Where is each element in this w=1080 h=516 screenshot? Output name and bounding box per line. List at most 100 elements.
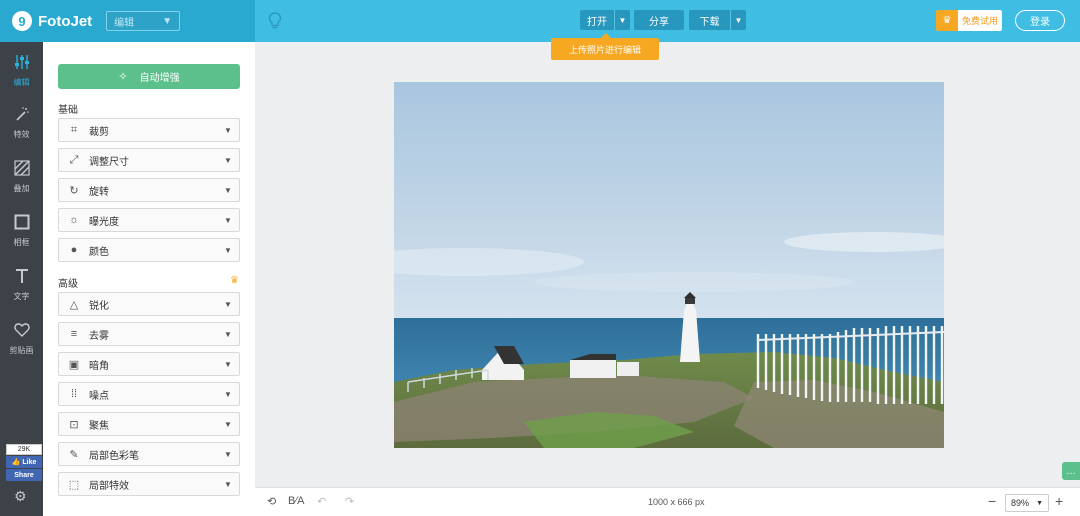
droplet-icon: ● [70, 244, 78, 256]
chevron-down-icon: ▼ [224, 329, 232, 339]
triangle-icon: △ [69, 298, 79, 311]
tool-panel: ✧ 自动增强 基础 ⌗ 裁剪 ▼ ⤢ 调整尺寸 ▼ ↻ 旋转 ▼ ☼ 曝光度 ▼… [43, 42, 255, 516]
chevron-down-icon: ▼ [1036, 499, 1043, 507]
facebook-like-count: 29K [6, 444, 42, 455]
tool-label: 局部色彩笔 [89, 450, 139, 462]
mode-select-value: 编辑 [114, 17, 135, 29]
dashed-square-icon: ⬚ [68, 478, 80, 491]
facebook-like-button[interactable]: 👍 Like [6, 456, 42, 468]
frame-icon [14, 214, 30, 234]
tool-label: 裁剪 [89, 126, 109, 138]
login-button[interactable]: 登录 [1015, 10, 1065, 31]
chat-icon[interactable]: … [1062, 462, 1080, 480]
chevron-down-icon: ▼ [162, 15, 173, 27]
nav-item-frames[interactable]: 相框 [0, 208, 43, 254]
vignette-icon: ▣ [68, 358, 80, 371]
tool-label: 颜色 [89, 246, 109, 258]
tool-label: 聚焦 [89, 420, 109, 432]
facebook-share-button[interactable]: Share [6, 469, 42, 481]
tool-label: 曝光度 [89, 216, 119, 228]
tool-label: 暗角 [89, 360, 109, 372]
auto-enhance-button[interactable]: ✧ 自动增强 [58, 64, 240, 89]
chevron-down-icon: ▼ [224, 185, 232, 195]
download-button-label: 下载 [699, 16, 720, 28]
zoom-out-button[interactable]: − [988, 493, 996, 509]
nav-label: 剪贴画 [9, 346, 34, 355]
left-nav: 编辑 特效 叠加 相框 文字 剪贴画 29K 👍 Like Share ⚙ [0, 42, 43, 516]
tool-label: 调整尺寸 [89, 156, 129, 168]
section-title-basic: 基础 [58, 105, 78, 116]
nav-label: 特效 [13, 130, 30, 139]
upload-tooltip: 上传照片进行编辑 [551, 33, 659, 60]
chevron-down-icon: ▼ [224, 449, 232, 459]
tool-crop[interactable]: ⌗ 裁剪 ▼ [58, 118, 240, 142]
nav-item-overlay[interactable]: 叠加 [0, 154, 43, 200]
nav-item-text[interactable]: 文字 [0, 262, 43, 308]
top-bar: 9 FotoJet 编辑 ▼ 打开 ▼ 分享 下载 ▼ ♛ 免费试用 登录 [0, 0, 1080, 42]
logo-area: 9 FotoJet 编辑 ▼ [0, 0, 255, 42]
tool-color-brush[interactable]: ✎ 局部色彩笔 ▼ [58, 442, 240, 466]
nav-item-clipart[interactable]: 剪贴画 [0, 316, 43, 362]
chevron-down-icon[interactable]: ▼ [730, 10, 746, 30]
facebook-widget: 29K 👍 Like Share [6, 444, 42, 481]
tool-noise[interactable]: ⁞⁞ 噪点 ▼ [58, 382, 240, 406]
nav-item-edit[interactable]: 编辑 [0, 48, 43, 94]
tool-label: 噪点 [89, 390, 109, 402]
open-button-label: 打开 [587, 16, 607, 28]
free-trial-label: 免费试用 [958, 10, 1002, 31]
redo-icon[interactable]: ↷ [345, 495, 354, 508]
tool-exposure[interactable]: ☼ 曝光度 ▼ [58, 208, 240, 232]
tool-focus[interactable]: ⊡ 聚焦 ▼ [58, 412, 240, 436]
nav-label: 叠加 [13, 184, 30, 193]
brush-icon: ✎ [69, 448, 79, 461]
lighthouse-photo [394, 82, 944, 448]
logo-icon: 9 [12, 11, 32, 31]
zoom-select[interactable]: 89% ▼ [1005, 494, 1049, 512]
tool-resize[interactable]: ⤢ 调整尺寸 ▼ [58, 148, 240, 172]
undo-icon[interactable]: ↶ [317, 495, 326, 508]
tool-dehaze[interactable]: ≡ 去雾 ▼ [58, 322, 240, 346]
section-title-advanced: 高级 [58, 279, 78, 290]
compare-icon[interactable]: ⟲ [267, 495, 276, 508]
gear-icon[interactable]: ⚙ [14, 488, 27, 505]
chevron-down-icon: ▼ [224, 215, 232, 225]
resize-icon: ⤢ [69, 153, 79, 166]
thumbs-up-icon: 👍 [11, 459, 21, 466]
auto-enhance-label: 自动增强 [139, 73, 180, 84]
chevron-down-icon: ▼ [224, 245, 232, 255]
download-button[interactable]: 下载 ▼ [689, 10, 746, 30]
menu-lines-icon: ≡ [70, 328, 78, 340]
before-after-icon[interactable]: B∕A [288, 495, 305, 507]
open-button[interactable]: 打开 ▼ [580, 10, 630, 30]
chevron-down-icon: ▼ [224, 419, 232, 429]
canvas-photo[interactable] [394, 82, 944, 448]
tool-sharpen[interactable]: △ 锐化 ▼ [58, 292, 240, 316]
tool-vignette[interactable]: ▣ 暗角 ▼ [58, 352, 240, 376]
chevron-down-icon: ▼ [224, 299, 232, 309]
focus-icon: ⊡ [69, 418, 79, 431]
dots-grid-icon: ⁞⁞ [70, 388, 78, 400]
share-button[interactable]: 分享 [634, 10, 684, 30]
zoom-in-button[interactable]: + [1055, 493, 1063, 509]
sun-icon: ☼ [68, 214, 80, 226]
chevron-down-icon: ▼ [224, 479, 232, 489]
tool-label: 锐化 [89, 300, 109, 312]
free-trial-button[interactable]: ♛ 免费试用 [936, 10, 1002, 31]
nav-item-effects[interactable]: 特效 [0, 100, 43, 146]
facebook-like-label: Like [22, 458, 37, 466]
nav-label: 编辑 [13, 78, 30, 87]
tool-label: 旋转 [89, 186, 109, 198]
nav-label: 相框 [13, 238, 30, 247]
lightbulb-icon[interactable] [268, 12, 282, 30]
crown-icon: ♛ [230, 275, 239, 286]
chevron-down-icon[interactable]: ▼ [614, 10, 630, 30]
crown-icon: ♛ [936, 10, 958, 31]
mode-select[interactable]: 编辑 ▼ [106, 11, 181, 31]
tool-selective-effect[interactable]: ⬚ 局部特效 ▼ [58, 472, 240, 496]
tool-rotate[interactable]: ↻ 旋转 ▼ [58, 178, 240, 202]
chevron-down-icon: ▼ [224, 125, 232, 135]
magic-wand-icon [14, 106, 30, 126]
tool-color[interactable]: ● 颜色 ▼ [58, 238, 240, 262]
text-icon [14, 268, 30, 288]
bottom-bar: ⟲ B∕A ↶ ↷ 1000 x 666 px − 89% ▼ + [255, 487, 1080, 516]
